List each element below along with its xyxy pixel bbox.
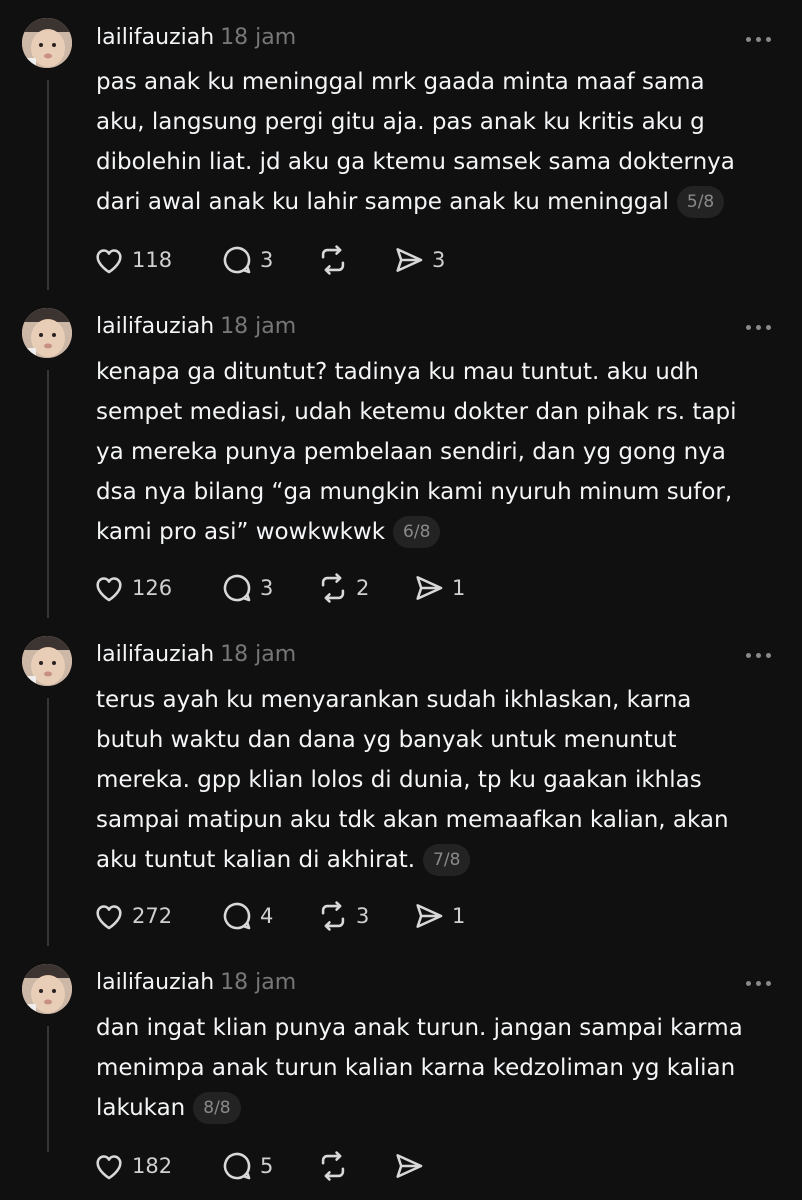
more-options-icon[interactable]	[744, 321, 774, 333]
text-line: lakukan	[96, 1095, 186, 1121]
username[interactable]: lailifauziah	[96, 314, 214, 339]
comment-icon	[223, 574, 251, 602]
share-button[interactable]	[392, 1146, 432, 1186]
avatar[interactable]	[22, 18, 72, 68]
repost-icon	[321, 1151, 345, 1181]
like-count: 126	[132, 576, 173, 600]
reply-count: 3	[260, 248, 274, 272]
thread-counter: 7/8	[423, 844, 471, 876]
repost-count: 3	[356, 904, 370, 928]
text-line: pas anak ku meninggal mrk gaada minta ma…	[96, 69, 705, 95]
repost-button[interactable]	[316, 1146, 356, 1186]
like-count: 182	[132, 1154, 173, 1178]
username[interactable]: lailifauziah	[96, 642, 214, 667]
text-line: dari awal anak ku lahir sampe anak ku me…	[96, 189, 669, 215]
thread-line	[47, 370, 49, 618]
more-options-icon[interactable]	[744, 649, 774, 661]
timestamp: 18 jam	[220, 642, 297, 667]
repost-button[interactable]	[316, 240, 356, 280]
thread-counter: 5/8	[676, 186, 725, 218]
reply-count: 5	[260, 1154, 274, 1178]
post-header: lailifauziah 18 jam	[96, 640, 296, 670]
send-icon	[396, 1154, 423, 1178]
reply-button[interactable]: 3	[220, 568, 273, 608]
text-line: aku tuntut kalian di akhirat.	[96, 847, 416, 873]
text-line: mereka. gpp klian lolos di dunia, tp ku …	[96, 767, 702, 793]
timestamp: 18 jam	[220, 970, 297, 995]
send-icon	[416, 904, 443, 928]
share-count: 3	[432, 248, 446, 272]
reply-button[interactable]: 3	[220, 240, 273, 280]
send-icon	[416, 576, 443, 600]
post-header: lailifauziah 18 jam	[96, 23, 296, 53]
comment-icon	[223, 902, 251, 930]
repost-button[interactable]: 3	[316, 896, 369, 936]
avatar[interactable]	[22, 636, 72, 686]
like-count: 118	[132, 248, 173, 272]
repost-icon	[321, 573, 345, 603]
avatar[interactable]	[22, 308, 72, 358]
post-text: dan ingat klian punya anak turun. jangan…	[96, 1008, 776, 1128]
comment-icon	[223, 246, 251, 274]
more-options-icon[interactable]	[744, 33, 774, 45]
text-line: kenapa ga dituntut? tadinya ku mau tuntu…	[96, 359, 699, 385]
timestamp: 18 jam	[220, 25, 297, 50]
repost-count: 2	[356, 576, 370, 600]
text-line: dibolehin liat. jd aku ga ktemu samsek s…	[96, 149, 735, 175]
post-text: pas anak ku meninggal mrk gaada minta ma…	[96, 62, 776, 222]
heart-icon	[96, 577, 122, 602]
thread-counter: 8/8	[193, 1092, 241, 1124]
text-line: sempet mediasi, udah ketemu dokter dan p…	[96, 399, 737, 425]
text-line: dsa nya bilang “ga mungkin kami nyuruh m…	[96, 479, 733, 505]
text-line: dan ingat klian punya anak turun. jangan…	[96, 1015, 743, 1041]
text-line: sampai matipun aku tdk akan memaafkan ka…	[96, 807, 729, 833]
send-icon	[396, 248, 423, 272]
share-button[interactable]: 3	[392, 240, 445, 280]
post-text: terus ayah ku menyarankan sudah ikhlaska…	[96, 680, 776, 880]
heart-icon	[96, 1155, 122, 1180]
post-header: lailifauziah 18 jam	[96, 968, 296, 998]
post-header: lailifauziah 18 jam	[96, 312, 296, 342]
post-text: kenapa ga dituntut? tadinya ku mau tuntu…	[96, 352, 776, 552]
avatar[interactable]	[22, 964, 72, 1014]
text-line: aku, langsung pergi gitu aja. pas anak k…	[96, 109, 705, 135]
username[interactable]: lailifauziah	[96, 970, 214, 995]
heart-icon	[96, 905, 122, 930]
text-line: menimpa anak turun kalian karna kedzolim…	[96, 1055, 736, 1081]
share-button[interactable]: 1	[412, 568, 465, 608]
share-count: 1	[452, 904, 466, 928]
text-line: kami pro asi” wowkwkwk	[96, 519, 386, 545]
reply-count: 3	[260, 576, 274, 600]
thread-line	[47, 1026, 49, 1152]
repost-icon	[321, 245, 345, 275]
reply-count: 4	[260, 904, 274, 928]
share-button[interactable]: 1	[412, 896, 465, 936]
username[interactable]: lailifauziah	[96, 25, 214, 50]
share-count: 1	[452, 576, 466, 600]
reply-button[interactable]: 4	[220, 896, 273, 936]
like-button[interactable]: 118	[92, 240, 172, 280]
like-button[interactable]: 182	[92, 1146, 172, 1186]
thread-counter: 6/8	[393, 516, 441, 548]
thread-line	[47, 698, 49, 946]
repost-button[interactable]: 2	[316, 568, 369, 608]
like-button[interactable]: 272	[92, 896, 172, 936]
text-line: ya mereka punya pembelaan sendiri, dan y…	[96, 439, 726, 465]
reply-button[interactable]: 5	[220, 1146, 273, 1186]
more-options-icon[interactable]	[744, 977, 774, 989]
text-line: terus ayah ku menyarankan sudah ikhlaska…	[96, 687, 692, 713]
comment-icon	[223, 1152, 251, 1180]
like-count: 272	[132, 904, 173, 928]
like-button[interactable]: 126	[92, 568, 172, 608]
timestamp: 18 jam	[220, 314, 297, 339]
heart-icon	[96, 249, 122, 274]
text-line: butuh waktu dan dana yg banyak untuk men…	[96, 727, 677, 753]
repost-icon	[321, 901, 345, 931]
thread-line	[47, 80, 49, 290]
